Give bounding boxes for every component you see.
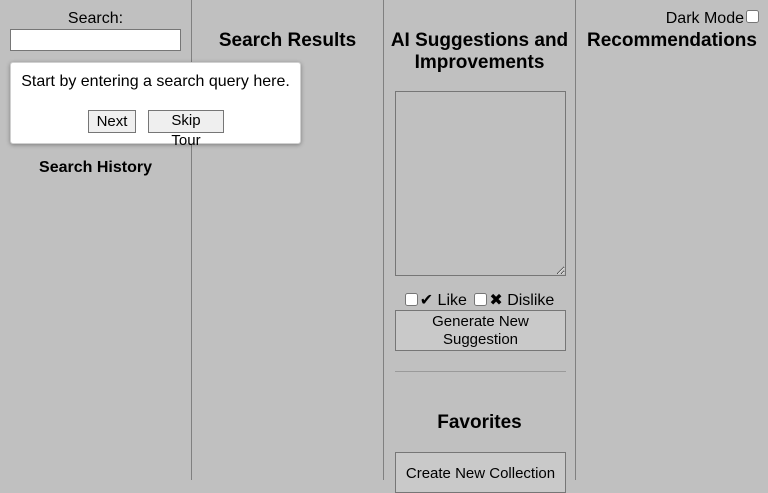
dark-mode-checkbox[interactable]	[746, 10, 759, 23]
generate-suggestion-button[interactable]: Generate New Suggestion	[395, 310, 566, 351]
search-input[interactable]	[10, 29, 181, 51]
ai-suggestion-textarea[interactable]	[395, 91, 566, 276]
feedback-row: ✔ Like ✖ Dislike	[384, 290, 575, 310]
tour-skip-button[interactable]: Skip Tour	[148, 110, 224, 149]
ai-suggestions-heading: AI Suggestions and Improvements	[390, 30, 569, 73]
ai-suggestions-column: AI Suggestions and Improvements ✔ Like ✖…	[384, 0, 576, 493]
like-label: ✔ Like	[419, 292, 467, 309]
search-label: Search:	[67, 10, 124, 27]
dark-mode-label: Dark Mode	[665, 10, 744, 27]
favorites-heading: Favorites	[437, 412, 522, 433]
like-checkbox[interactable]	[404, 293, 418, 306]
tour-popup: Start by entering a search query here. N…	[10, 62, 301, 149]
tour-next-button[interactable]: Next	[88, 110, 136, 133]
search-results-heading: Search Results	[218, 30, 357, 51]
recommendations-column: Dark Mode Recommendations	[576, 0, 768, 480]
dark-mode-toggle: Dark Mode	[666, 10, 759, 28]
divider	[395, 371, 566, 372]
recommendations-heading: Recommendations	[587, 30, 757, 51]
create-collection-button[interactable]: Create New Collection	[395, 452, 566, 493]
dislike-label: ✖ Dislike	[489, 292, 555, 309]
tour-message: Start by entering a search query here.	[21, 73, 290, 90]
dislike-checkbox[interactable]	[474, 293, 488, 306]
search-history-heading: Search History	[39, 159, 152, 176]
